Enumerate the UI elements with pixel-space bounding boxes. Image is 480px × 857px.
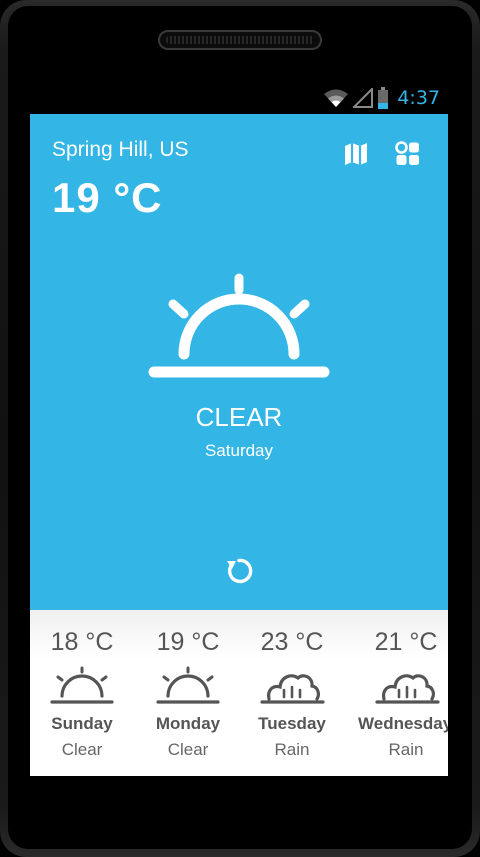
current-day: Saturday: [204, 441, 274, 460]
forecast-temperature: 21 °C: [374, 628, 438, 656]
cloud-rain-icon: [375, 674, 440, 704]
forecast-icon: [47, 665, 117, 709]
map-button[interactable]: [342, 140, 370, 168]
forecast-item[interactable]: 18 °C Sunday Clear: [30, 610, 137, 776]
status-clock: 4:37: [397, 87, 440, 109]
speaker-grill: [166, 36, 314, 44]
forecast-condition: Clear: [61, 740, 103, 759]
forecast-condition: Rain: [274, 740, 310, 759]
forecast-icon: [153, 665, 223, 709]
forecast-temperature: 18 °C: [50, 628, 114, 656]
forecast-item[interactable]: 21 °C Wednesday Rain: [350, 610, 448, 776]
sun-rising-icon: [156, 666, 220, 704]
sun-rising-icon: [148, 273, 330, 378]
forecast-strip[interactable]: 18 °C Sunday Clear 19 °C Monday Clear 23…: [30, 610, 448, 776]
wifi-icon: [324, 89, 349, 107]
forecast-icon: [257, 665, 327, 709]
battery-icon: [378, 87, 389, 109]
grid-menu-button[interactable]: [394, 140, 422, 168]
bottom-bezel: [30, 776, 448, 806]
forecast-temperature: 23 °C: [260, 628, 324, 656]
phone-frame: 4:37 Spring Hill, US 19 °C CLEAR Saturda…: [0, 0, 480, 857]
forecast-item[interactable]: 23 °C Tuesday Rain: [237, 610, 347, 776]
forecast-day: Tuesday: [258, 714, 326, 733]
forecast-condition: Clear: [167, 740, 209, 759]
earpiece-speaker: [158, 30, 322, 50]
status-bar: 4:37: [30, 82, 448, 114]
forecast-icon: [372, 665, 442, 709]
refresh-icon: [227, 558, 253, 584]
current-weather-icon: [146, 270, 332, 386]
grid-icon: [395, 141, 419, 165]
app-screen: Spring Hill, US 19 °C CLEAR Saturday 18 …: [30, 114, 448, 776]
refresh-button[interactable]: [222, 554, 256, 588]
map-icon: [345, 143, 367, 165]
forecast-condition: Rain: [388, 740, 424, 759]
signal-icon: [353, 88, 374, 108]
current-condition: CLEAR: [195, 402, 283, 432]
forecast-item[interactable]: 19 °C Monday Clear: [133, 610, 243, 776]
forecast-day: Wednesday: [358, 714, 448, 733]
forecast-day: Monday: [155, 714, 221, 733]
forecast-temperature: 19 °C: [156, 628, 220, 656]
cloud-rain-icon: [260, 674, 325, 704]
current-temperature: 19 °C: [52, 174, 163, 221]
city-name: Spring Hill, US: [52, 138, 189, 161]
current-weather-panel: Spring Hill, US 19 °C CLEAR Saturday: [30, 114, 448, 610]
forecast-day: Sunday: [51, 714, 113, 733]
sun-rising-icon: [50, 666, 114, 704]
status-icons: 4:37: [323, 82, 440, 114]
